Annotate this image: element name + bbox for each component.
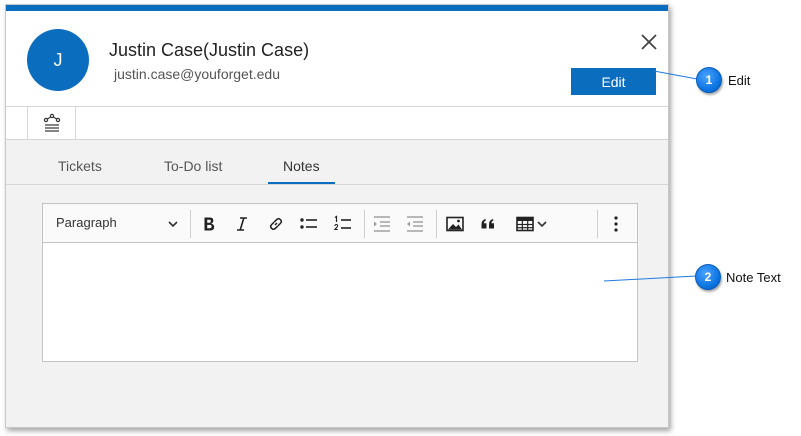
callout-1-line xyxy=(653,70,698,80)
callout-badge-2: 2 xyxy=(695,264,721,290)
callout-badge-1: 1 xyxy=(696,67,722,93)
callout-2-line xyxy=(603,275,697,282)
screenshot: J Justin Case(Justin Case) justin.case@y… xyxy=(0,0,801,436)
callout-leader-lines xyxy=(603,70,698,282)
callout-label-1: Edit xyxy=(728,73,751,88)
callout-label-2: Note Text xyxy=(726,270,781,285)
